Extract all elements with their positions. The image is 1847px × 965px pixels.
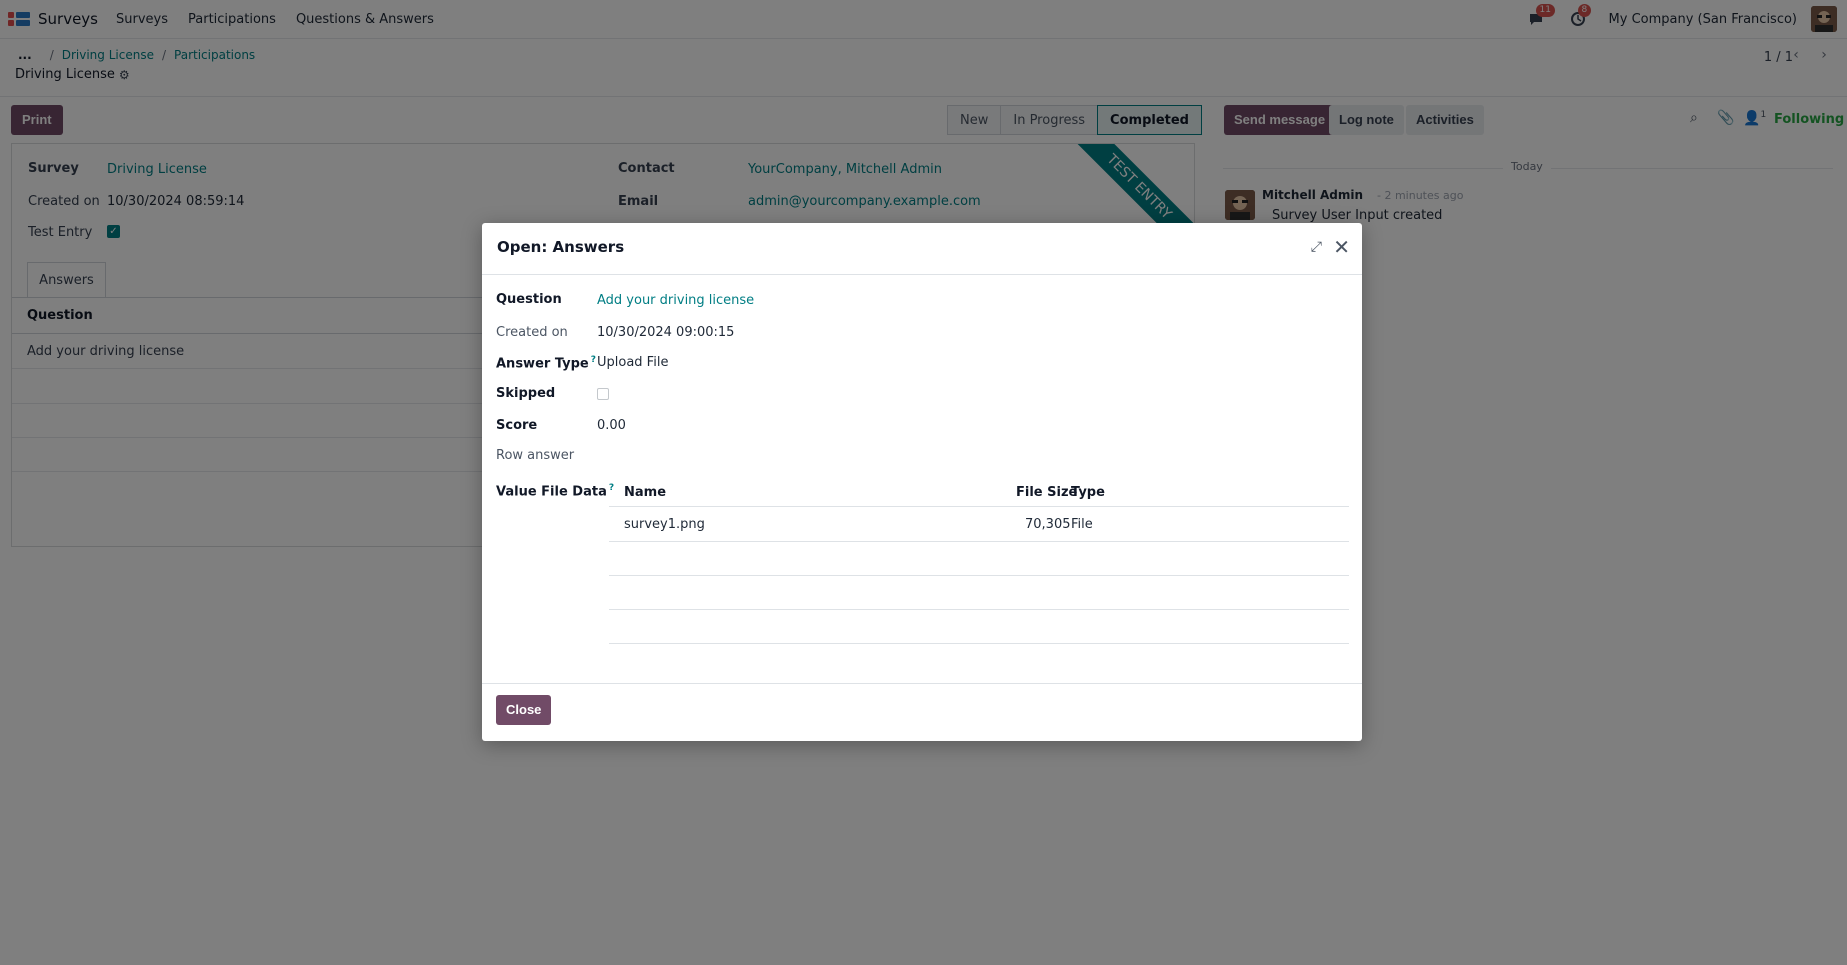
answer-type-value: Upload File [597, 355, 669, 370]
column-name[interactable]: Name [624, 485, 666, 500]
column-file-size[interactable]: File Size [1016, 485, 1077, 500]
help-icon[interactable]: ? [591, 355, 596, 365]
created-on-value: 10/30/2024 09:00:15 [597, 325, 735, 340]
answers-dialog: Open: Answers ⤢ ✕ Question Add your driv… [482, 223, 1362, 741]
table-header: Name File Size Type [609, 477, 1349, 507]
skipped-checkbox[interactable] [597, 388, 609, 400]
expand-icon[interactable]: ⤢ [1311, 239, 1322, 255]
value-file-data-text: Value File Data [496, 484, 607, 500]
file-name: survey1.png [624, 517, 705, 532]
dialog-header: Open: Answers ⤢ ✕ [482, 223, 1362, 275]
table-row-empty [609, 576, 1349, 610]
file-data-table: Name File Size Type survey1.png 70,305 F… [609, 477, 1349, 644]
answer-type-label: Answer Type? [496, 355, 596, 371]
dialog-title: Open: Answers [497, 238, 625, 256]
answer-type-text: Answer Type [496, 356, 589, 372]
skipped-label: Skipped [496, 386, 556, 401]
table-row-empty [609, 610, 1349, 644]
file-type: File [1071, 517, 1093, 532]
question-link[interactable]: Add your driving license [597, 293, 754, 308]
close-button[interactable]: Close [496, 695, 552, 725]
table-row[interactable]: survey1.png 70,305 File [609, 507, 1349, 542]
value-file-data-label: Value File Data? [496, 483, 614, 499]
created-on-label: Created on [496, 325, 568, 340]
score-value: 0.00 [597, 418, 626, 433]
score-label: Score [496, 418, 538, 433]
file-size: 70,305 [1025, 517, 1071, 532]
dialog-footer: Close [482, 683, 1362, 741]
row-answer-label: Row answer [496, 448, 575, 463]
question-label: Question [496, 292, 562, 307]
table-row-empty [609, 542, 1349, 576]
column-type[interactable]: Type [1071, 485, 1105, 500]
close-icon[interactable]: ✕ [1333, 235, 1350, 259]
